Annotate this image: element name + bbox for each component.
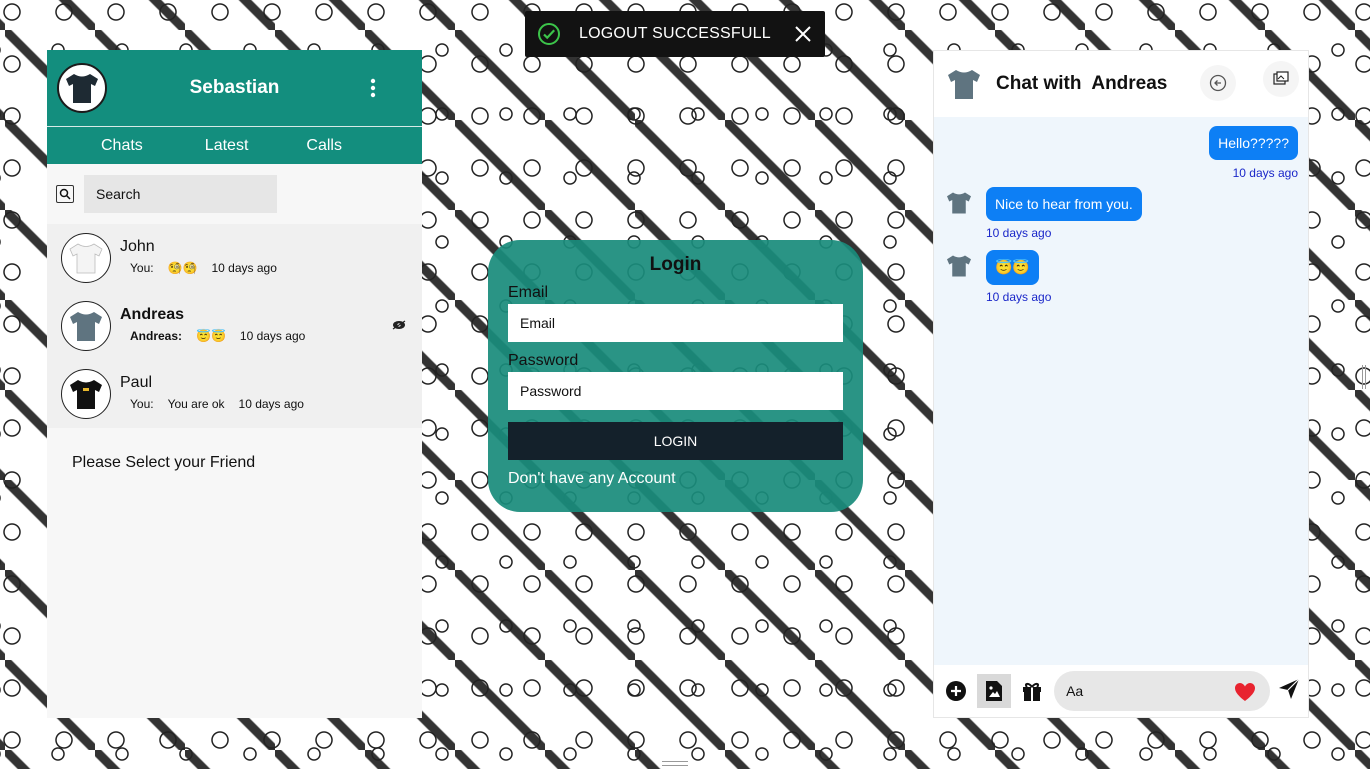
image-file-icon	[986, 681, 1003, 701]
message-composer	[934, 665, 1308, 717]
message-input[interactable]	[1066, 683, 1227, 699]
back-button[interactable]	[1200, 65, 1236, 101]
friend-item-john[interactable]: John You: 🧐🧐 10 days ago	[47, 224, 422, 292]
last-message: 😇😇	[196, 328, 226, 343]
message-input-wrapper	[1054, 671, 1270, 711]
friend-name: Paul	[120, 373, 153, 391]
last-message: 🧐🧐	[167, 260, 198, 275]
attach-image-button[interactable]	[977, 674, 1011, 708]
email-field[interactable]	[508, 304, 843, 342]
signup-link[interactable]: Don't have any Account	[508, 470, 843, 488]
friend-name: Andreas	[120, 305, 185, 323]
friend-name: John	[120, 237, 155, 255]
avatar	[61, 369, 111, 419]
message-bubble: Nice to hear from you.	[986, 187, 1142, 221]
check-circle-icon	[538, 23, 560, 45]
avatar	[61, 301, 111, 351]
close-icon[interactable]	[793, 24, 813, 44]
tshirt-icon	[70, 380, 102, 409]
sender-label: Andreas:	[130, 328, 183, 343]
arrow-left-circle-icon	[1209, 74, 1227, 92]
search-icon[interactable]	[56, 185, 74, 203]
gallery-icon	[1273, 71, 1289, 85]
tshirt-icon	[70, 312, 102, 341]
avatar	[61, 233, 111, 283]
empty-state-message: Please Select your Friend	[72, 454, 256, 471]
search-bar	[47, 164, 422, 224]
gift-button[interactable]	[1019, 677, 1046, 705]
chat-title: Chat with Andreas	[996, 73, 1168, 94]
add-button[interactable]	[942, 677, 969, 705]
timestamp: 10 days ago	[238, 396, 304, 411]
seen-eye-icon	[392, 320, 406, 330]
profile-header: Sebastian	[47, 50, 422, 126]
message-list: Hello????? 10 days ago Nice to hear from…	[934, 117, 1308, 667]
resize-handle[interactable]	[1362, 365, 1366, 389]
friend-item-andreas[interactable]: Andreas Andreas: 😇😇 10 days ago	[47, 292, 422, 360]
friends-panel: Sebastian Chats Latest Calls John You:	[47, 50, 422, 718]
sender-label: You:	[130, 260, 154, 275]
friend-list: John You: 🧐🧐 10 days ago Andreas Andreas…	[47, 224, 422, 428]
timestamp: 10 days ago	[211, 260, 277, 275]
password-field[interactable]	[508, 372, 843, 410]
login-form: Login Email Password LOGIN Don't have an…	[488, 240, 863, 512]
toast-message: LOGOUT SUCCESSFULL	[579, 25, 771, 42]
sender-avatar	[947, 192, 971, 214]
friend-item-paul[interactable]: Paul You: You are ok 10 days ago	[47, 360, 422, 428]
media-button[interactable]	[1263, 61, 1299, 97]
logout-toast: LOGOUT SUCCESSFULL	[525, 11, 825, 57]
resize-handle[interactable]	[662, 761, 688, 766]
timestamp: 10 days ago	[239, 328, 306, 343]
heart-icon[interactable]	[1234, 682, 1256, 702]
message-bubble: Hello?????	[1209, 126, 1298, 160]
message-bubble: 😇😇	[986, 250, 1039, 285]
message-outgoing: Hello????? 10 days ago	[944, 126, 1298, 180]
tshirt-icon	[948, 70, 980, 99]
gift-icon	[1023, 683, 1042, 701]
chat-header: Chat with Andreas	[934, 51, 1308, 117]
tab-latest[interactable]: Latest	[205, 137, 249, 155]
message-time: 10 days ago	[986, 290, 1052, 304]
last-message: You are ok	[167, 396, 225, 411]
sender-label: You:	[130, 396, 154, 411]
avatar[interactable]	[57, 63, 107, 113]
message-time: 10 days ago	[1232, 166, 1298, 180]
login-title: Login	[649, 254, 702, 275]
tab-bar: Chats Latest Calls	[47, 126, 422, 164]
send-icon	[1278, 678, 1300, 699]
more-options-icon[interactable]	[370, 78, 376, 98]
password-label: Password	[508, 352, 579, 369]
login-button[interactable]: LOGIN	[508, 422, 843, 460]
tab-calls[interactable]: Calls	[306, 137, 342, 155]
tab-chats[interactable]: Chats	[101, 137, 143, 155]
sender-avatar	[947, 255, 971, 277]
search-input[interactable]	[84, 175, 277, 213]
email-label: Email	[508, 284, 549, 301]
message-incoming: Nice to hear from you. 10 days ago	[944, 187, 1298, 240]
tshirt-icon	[66, 74, 98, 103]
message-time: 10 days ago	[986, 226, 1052, 240]
chat-panel: Chat with Andreas Hello????? 10 days ago…	[933, 50, 1309, 718]
tshirt-icon	[69, 243, 103, 274]
message-incoming: 😇😇 10 days ago	[944, 250, 1298, 304]
plus-circle-icon	[945, 681, 966, 701]
send-button[interactable]	[1278, 678, 1300, 705]
